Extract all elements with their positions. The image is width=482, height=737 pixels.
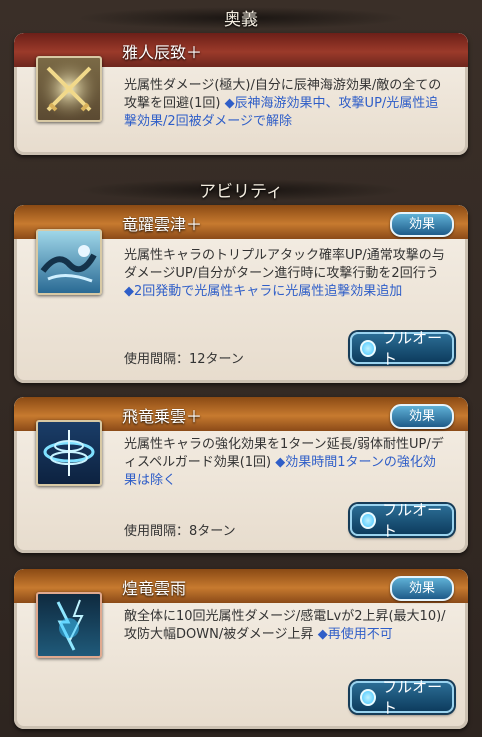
ability-card-1: 竜躍雲津＋ 効果 光属性キャラのトリプルアタック確率UP/通常攻撃の与ダメージU… — [14, 205, 468, 383]
ability-2-full-auto-button[interactable]: フルオート — [350, 501, 454, 540]
ability-1-description: 光属性キャラのトリプルアタック確率UP/通常攻撃の与ダメージUP/自分がターン進… — [124, 247, 448, 301]
ability-1-full-auto-label: フルオート — [382, 329, 443, 368]
ability-1-effect-button[interactable]: 効果 — [390, 212, 454, 237]
ability-1-cooldown: 使用間隔：12ターン — [124, 352, 244, 367]
ougi-name: 雅人辰致＋ — [122, 43, 203, 62]
ability-3-full-auto-label: フルオート — [382, 678, 443, 717]
ability-3-description: 敵全体に10回光属性ダメージ/感電Lvが2上昇(最大10)/攻防大幅DOWN/被… — [124, 608, 448, 644]
ability-2-full-auto-label: フルオート — [382, 501, 443, 540]
ability-2-effect-button[interactable]: 効果 — [390, 404, 454, 429]
spiral-wind-icon — [36, 420, 102, 486]
ability-3-description-text: 敵全体に10回光属性ダメージ/感電Lvが2上昇(最大10)/攻防大幅DOWN/被… — [124, 609, 446, 642]
ability-1-full-auto-button[interactable]: フルオート — [350, 329, 454, 368]
ability-2-description: 光属性キャラの強化効果を1ターン延長/弱体耐性UP/ディスペルガード効果(1回)… — [124, 436, 448, 490]
ougi-description: 光属性ダメージ(極大)/自分に辰神海游効果/敵の全ての攻撃を回避(1回) ◆辰神… — [124, 77, 448, 131]
ability-3-effect-button[interactable]: 効果 — [390, 576, 454, 601]
ability-card-2: 飛竜乗雲＋ 効果 光属性キャラの強化効果を1ターン延長/弱体耐性UP/ディスペル… — [14, 397, 468, 553]
crossed-swords-icon — [36, 56, 102, 122]
section-title-ougi: 奥義 — [0, 5, 482, 30]
ability-1-description-text: 光属性キャラのトリプルアタック確率UP/通常攻撃の与ダメージUP/自分がターン進… — [124, 248, 445, 281]
dragon-ability-icon — [36, 229, 102, 295]
ability-2-name: 飛竜乗雲＋ — [122, 407, 203, 426]
ability-1-name: 竜躍雲津＋ — [122, 215, 203, 234]
storm-lightning-icon — [36, 592, 102, 658]
ougi-card: 雅人辰致＋ 光属性ダメージ(極大)/自分に辰神海游効果/敵の全ての攻撃を回避(1… — [14, 33, 468, 155]
toggle-dot-icon — [360, 339, 377, 357]
ability-1-description-note: ◆2回発動で光属性キャラに光属性追撃効果追加 — [124, 284, 403, 299]
toggle-dot-icon — [360, 511, 377, 529]
ability-3-name: 煌竜雲雨 — [122, 579, 187, 598]
ability-2-cooldown: 使用間隔：8ターン — [124, 524, 236, 539]
section-title-abilities: アビリティ — [0, 177, 482, 202]
ability-card-3: 煌竜雲雨 効果 敵全体に10回光属性ダメージ/感電Lvが2上昇(最大10)/攻防… — [14, 569, 468, 729]
ability-3-description-note: ◆再使用不可 — [317, 627, 393, 642]
toggle-dot-icon — [360, 688, 377, 706]
ability-3-full-auto-button[interactable]: フルオート — [350, 678, 454, 717]
